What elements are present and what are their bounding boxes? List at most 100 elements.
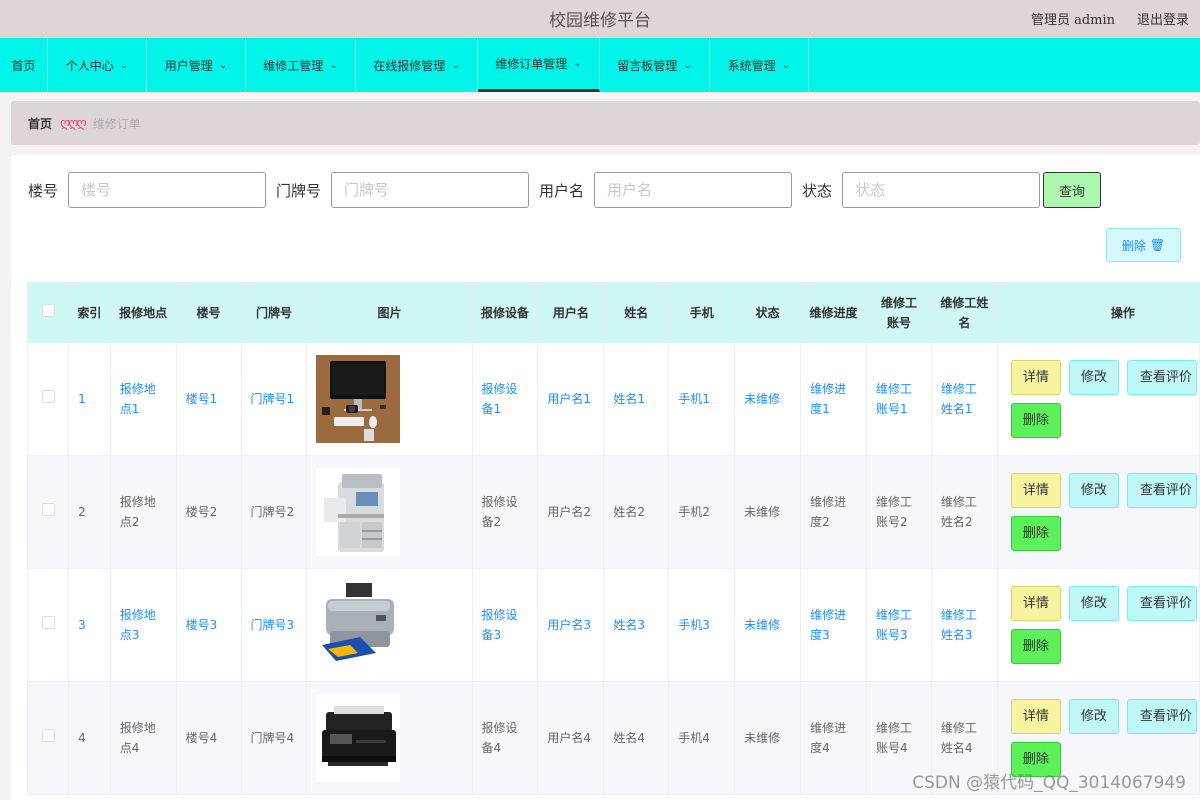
select-all-checkbox[interactable] (41, 303, 55, 317)
door-cell: 门牌号2 (240, 455, 308, 569)
phone-cell: 手机2 (668, 455, 736, 569)
current-user: 管理员 admin (1030, 13, 1115, 28)
search-form: 楼号 门牌号 用户名 状态 (28, 172, 1050, 208)
image-cell (306, 568, 473, 682)
detail-button[interactable]: 详情 (1010, 586, 1061, 621)
delete-button[interactable]: 删除 (1010, 403, 1061, 438)
worker-name-cell: 维修工姓名3 (930, 568, 998, 682)
image-cell (306, 342, 473, 456)
chevron-down-icon: ⌄ (329, 59, 338, 71)
chevron-down-icon: ⌄ (218, 59, 228, 71)
building-cell: 楼号2 (175, 455, 242, 569)
view-review-button[interactable]: 查看评价 (1126, 473, 1197, 508)
delete-button[interactable]: 删除 (1010, 629, 1061, 664)
location-cell: 报修地点2 (109, 455, 177, 569)
location-cell: 报修地点3 (109, 568, 177, 682)
main-nav: 首页 个人中心 ⌄ 用户管理 ⌄ 维修工管理 ⌄ 在线报修管理 ⌄ 维修订单管理 ⌄ 留言… (0, 38, 1200, 92)
username-cell: 用户名1 (537, 342, 605, 456)
chevron-down-icon: ⌄ (451, 59, 460, 71)
watermark: CSDN @猿代码_QQ_3014067949 (912, 773, 1186, 793)
device-cell: 报修设备1 (471, 342, 539, 456)
username-input[interactable] (594, 172, 793, 208)
index-cell: 4 (68, 681, 111, 795)
nav-home[interactable]: 首页 (0, 38, 48, 92)
logout-link[interactable]: 退出登录 (1137, 9, 1189, 28)
actions-cell: 详情 修改 查看评价删除 (996, 455, 1200, 569)
edit-button[interactable]: 修改 (1068, 473, 1119, 508)
nav-worker-management[interactable]: 维修工管理 ⌄ (246, 38, 356, 92)
edit-button[interactable]: 修改 (1068, 586, 1119, 621)
nav-user-management[interactable]: 用户管理 ⌄ (147, 38, 246, 92)
building-input[interactable] (68, 172, 267, 208)
column-header: 报修地点 (109, 282, 177, 343)
nav-label: 首页 (11, 58, 36, 73)
column-header: 姓名 (603, 282, 670, 343)
nav-label: 维修订单管理 (495, 57, 568, 71)
worker-account-cell: 维修工账号3 (865, 568, 932, 682)
row-select-cell[interactable] (26, 455, 70, 569)
trash-icon: 🗑 (1149, 238, 1166, 252)
delete-button[interactable]: 删除 (1010, 516, 1061, 551)
row-checkbox[interactable] (41, 390, 55, 403)
building-cell: 楼号4 (175, 681, 242, 795)
row-checkbox[interactable] (41, 616, 55, 629)
status-cell: 未维修 (734, 455, 802, 569)
column-header: 楼号 (175, 282, 242, 343)
detail-button[interactable]: 详情 (1010, 699, 1061, 734)
progress-cell: 维修进度1 (800, 342, 867, 456)
row-select-cell[interactable] (26, 342, 70, 456)
username-cell: 用户名3 (537, 568, 605, 682)
status-cell: 未维修 (734, 568, 802, 682)
nav-system-management[interactable]: 系统管理 ⌄ (710, 38, 809, 92)
nav-label: 留言板管理 (617, 58, 678, 73)
table-row: 3 报修地点3 楼号3 门牌号3 报修设备3 用户名3 姓名3 手机3 未维修 维修进度3 维修工账… (26, 568, 1200, 682)
top-header: 校园维修平台 管理员 admin 退出登录 (0, 0, 1200, 38)
username-label: 用户名 (539, 181, 585, 200)
breadcrumb: 首页 ღღღ 维修订单 (11, 101, 1200, 145)
status-input[interactable] (842, 172, 1041, 208)
door-input[interactable] (331, 172, 530, 208)
nav-message-board-management[interactable]: 留言板管理 ⌄ (600, 38, 710, 92)
status-cell: 未维修 (734, 342, 802, 456)
edit-button[interactable]: 修改 (1068, 360, 1119, 395)
column-header: 图片 (306, 282, 473, 343)
phone-cell: 手机4 (668, 681, 736, 795)
breadcrumb-home[interactable]: 首页 (28, 115, 52, 132)
name-cell: 姓名2 (603, 455, 670, 569)
name-cell: 姓名4 (603, 681, 670, 795)
username-cell: 用户名2 (537, 455, 605, 569)
detail-button[interactable]: 详情 (1010, 360, 1061, 395)
nav-online-repair-management[interactable]: 在线报修管理 ⌄ (356, 38, 478, 92)
phone-cell: 手机1 (668, 342, 736, 456)
row-select-cell[interactable] (26, 568, 70, 682)
door-cell: 门牌号1 (240, 342, 308, 456)
row-checkbox[interactable] (41, 729, 55, 742)
status-cell: 未维修 (734, 681, 802, 795)
breadcrumb-separator: ღღღ (60, 115, 87, 131)
row-checkbox[interactable] (41, 503, 55, 516)
view-review-button[interactable]: 查看评价 (1126, 360, 1197, 395)
door-cell: 门牌号4 (240, 681, 308, 795)
nav-label: 维修工管理 (263, 58, 324, 73)
batch-delete-button[interactable]: 删除 🗑 (1106, 228, 1181, 262)
nav-label: 系统管理 (727, 58, 776, 73)
breadcrumb-current: 维修订单 (92, 116, 141, 131)
nav-repair-order-management[interactable]: 维修订单管理 ⌄ (478, 38, 600, 92)
column-header: 维修工账号 (865, 282, 932, 343)
row-select-cell[interactable] (26, 681, 70, 795)
view-review-button[interactable]: 查看评价 (1126, 586, 1197, 621)
table-row: 1 报修地点1 楼号1 门牌号1 报修设备1 用户名1 姓名1 手机1 未维修 维修进度1 维修工账… (26, 342, 1200, 456)
progress-cell: 维修进度4 (800, 681, 867, 795)
column-header: 手机 (668, 282, 736, 343)
progress-cell: 维修进度3 (800, 568, 867, 682)
detail-button[interactable]: 详情 (1010, 473, 1061, 508)
select-all-cell[interactable] (26, 282, 70, 343)
nav-label: 用户管理 (164, 58, 213, 73)
door-cell: 门牌号3 (240, 568, 308, 682)
query-button[interactable]: 查询 (1043, 172, 1101, 208)
app-title: 校园维修平台 (549, 11, 651, 31)
nav-personal-center[interactable]: 个人中心 ⌄ (48, 38, 147, 92)
index-cell: 1 (68, 342, 111, 456)
edit-button[interactable]: 修改 (1068, 699, 1119, 734)
view-review-button[interactable]: 查看评价 (1126, 699, 1197, 734)
